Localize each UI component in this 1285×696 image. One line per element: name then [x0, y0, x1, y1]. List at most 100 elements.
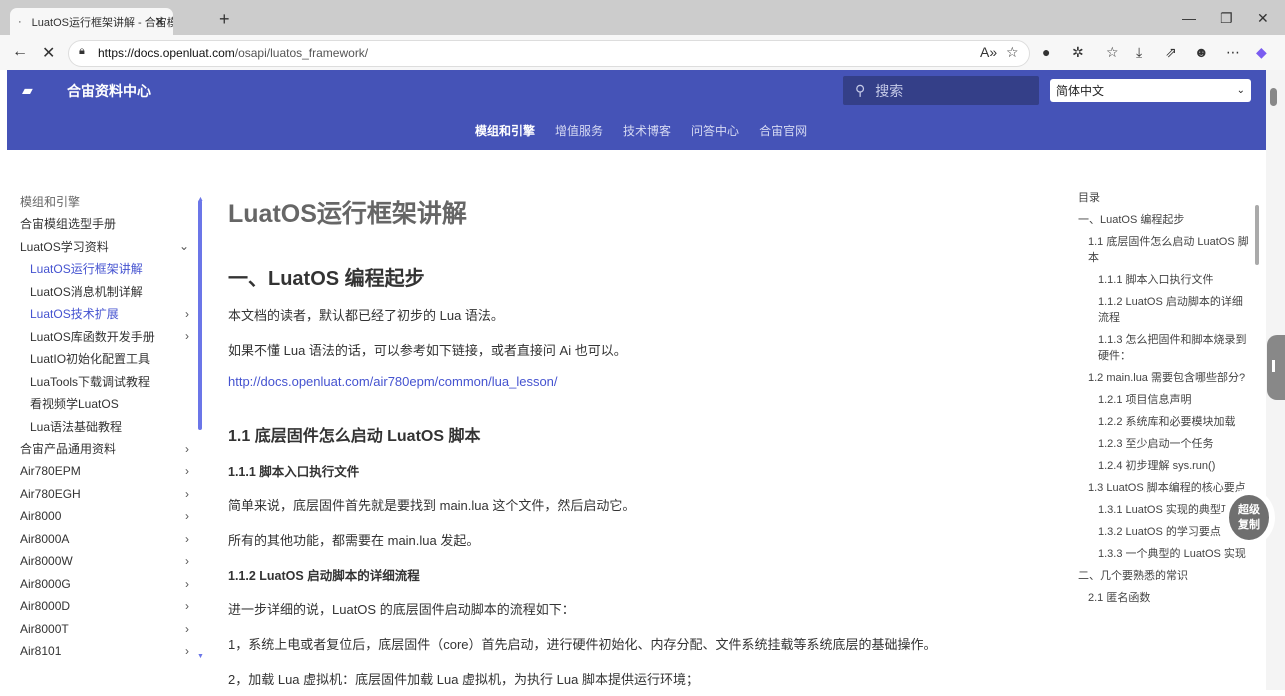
copilot-icon[interactable]: ◆	[1256, 44, 1267, 61]
more-menu-icon[interactable]: ⋯	[1226, 44, 1240, 61]
lua-lesson-link[interactable]: http://docs.openluat.com/air780epm/commo…	[228, 374, 558, 389]
chevron-right-icon[interactable]: ›	[185, 509, 189, 523]
extension-k-icon[interactable]: ●	[1042, 44, 1050, 60]
sidebar-item[interactable]: Air780EPM ›	[20, 460, 195, 483]
nav-qa[interactable]: 问答中心	[691, 122, 739, 139]
sidebar-item[interactable]: LuaTools下载调试教程	[20, 370, 195, 393]
chevron-right-icon[interactable]: ›	[185, 554, 189, 568]
paragraph: 2，加载 Lua 虚拟机：底层固件加载 Lua 虚拟机，为执行 Lua 脚本提供…	[228, 672, 699, 687]
close-tab-icon[interactable]: ✕	[154, 14, 165, 30]
search-input[interactable]: ⚲ 搜索	[843, 76, 1039, 105]
chevron-right-icon[interactable]: ›	[185, 329, 189, 343]
sidebar-item[interactable]: 合宙产品通用资料 ›	[20, 438, 195, 461]
toc-item[interactable]: 1.2 main.lua 需要包含哪些部分?	[1078, 370, 1253, 386]
section-heading: 一、LuatOS 编程起步	[228, 268, 425, 290]
toc-item[interactable]: 1.2.4 初步理解 sys.run()	[1078, 458, 1253, 474]
read-aloud-icon[interactable]: A»	[980, 44, 997, 60]
toc-item[interactable]: 1.2.2 系统库和必要模块加载	[1078, 414, 1253, 430]
share-icon[interactable]: ⇗	[1165, 44, 1177, 61]
toc-scrollbar[interactable]	[1255, 205, 1259, 265]
sidebar-item[interactable]: LuatOS运行框架讲解	[20, 258, 195, 281]
sidebar-item[interactable]: LuatOS消息机制详解	[20, 280, 195, 303]
sidebar-item[interactable]: Air8000W ›	[20, 550, 195, 573]
toc-item[interactable]: 1.3 LuatOS 脚本编程的核心要点	[1078, 480, 1253, 496]
new-tab-button[interactable]: +	[219, 9, 230, 30]
toc-item[interactable]: 2.1 匿名函数	[1078, 590, 1253, 606]
browser-tab[interactable]: · LuatOS运行框架讲解 - 合宙模组资 ✕	[10, 8, 173, 35]
download-icon[interactable]: ⤓	[1136, 44, 1142, 61]
sidebar-item[interactable]: Air8000A ›	[20, 528, 195, 551]
toc-item[interactable]: 1.1.1 脚本入口执行文件	[1078, 272, 1253, 288]
sidebar-item[interactable]: Air8101 ›	[20, 640, 195, 663]
stop-button[interactable]: ✕	[42, 43, 55, 63]
site-brand[interactable]: 合宙资料中心	[67, 81, 151, 101]
toc-item[interactable]: 二、几个要熟悉的常识	[1078, 568, 1253, 584]
sidebar-item-label: Lua语法基础教程	[30, 419, 123, 434]
sidebar-scroll-down[interactable]: ▼	[197, 653, 204, 660]
super-copy-label-2: 复制	[1238, 519, 1260, 531]
sidebar-item[interactable]: Air8000D ›	[20, 595, 195, 618]
sidebar-item[interactable]: Air8000G ›	[20, 573, 195, 596]
sidebar-item[interactable]: LuatOS库函数开发手册 ›	[20, 325, 195, 348]
sidebar-scrollbar[interactable]	[198, 200, 202, 430]
profile-avatar[interactable]: ☻	[1194, 44, 1209, 60]
back-button[interactable]: ←	[12, 43, 28, 61]
chevron-right-icon[interactable]: ›	[185, 577, 189, 591]
url-host[interactable]: https://docs.openluat.com	[98, 46, 235, 60]
super-copy-button[interactable]: 超级 复制	[1229, 495, 1269, 540]
side-panel-handle[interactable]	[1267, 335, 1285, 400]
url-text[interactable]: https://docs.openluat.com/osapi/luatos_f…	[98, 46, 368, 61]
chevron-down-icon[interactable]: ⌄	[179, 239, 189, 253]
sidebar-item-label: Air8000W	[20, 554, 73, 569]
chevron-down-icon: ⌄	[1236, 85, 1245, 96]
extensions-icon[interactable]: ✲	[1072, 44, 1084, 61]
sidebar-item-label: Air8000	[20, 509, 62, 524]
toc-item[interactable]: 1.2.1 项目信息声明	[1078, 392, 1253, 408]
language-select[interactable]: 简体中文 ⌄	[1050, 79, 1251, 102]
subsection-heading: 1.1 底层固件怎么启动 LuatOS 脚本	[228, 428, 481, 445]
sidebar-item[interactable]: LuatOS技术扩展 ›	[20, 303, 195, 326]
favorites-icon[interactable]: ☆	[1106, 44, 1119, 61]
sidebar-item[interactable]: Air8000 ›	[20, 505, 195, 528]
nav-services[interactable]: 增值服务	[555, 122, 603, 139]
sidebar-item[interactable]: Air780EGH ›	[20, 483, 195, 506]
toc-item[interactable]: 1.3.2 LuatOS 的学习要点	[1078, 524, 1253, 540]
chevron-right-icon[interactable]: ›	[185, 307, 189, 321]
sidebar-item[interactable]: Lua语法基础教程	[20, 415, 195, 438]
toc-item[interactable]: 1.3.3 一个典型的 LuatOS 实现	[1078, 546, 1253, 562]
top-nav: 模组和引擎 增值服务 技术博客 问答中心 合宙官网	[475, 122, 807, 139]
sidebar-item[interactable]: Air8000T ›	[20, 618, 195, 641]
toc-item[interactable]: 1.1 底层固件怎么启动 LuatOS 脚本	[1078, 234, 1253, 266]
chevron-right-icon[interactable]: ›	[185, 464, 189, 478]
sidebar-item[interactable]: 合宙模组选型手册	[20, 213, 195, 236]
chevron-right-icon[interactable]: ›	[185, 622, 189, 636]
chevron-right-icon[interactable]: ›	[185, 532, 189, 546]
maximize-button[interactable]: ❐	[1220, 10, 1233, 27]
nav-official[interactable]: 合宙官网	[759, 122, 807, 139]
close-window-button[interactable]: ✕	[1257, 10, 1269, 27]
sidebar-item[interactable]: 看视频学LuatOS	[20, 393, 195, 416]
chevron-right-icon[interactable]: ›	[185, 644, 189, 658]
sidebar-item[interactable]: LuatOS学习资料 ⌄	[20, 235, 195, 258]
page-scrollbar-thumb[interactable]	[1270, 88, 1277, 106]
favorite-star-icon[interactable]: ☆	[1006, 44, 1019, 61]
chevron-right-icon[interactable]: ›	[185, 599, 189, 613]
super-copy-label-1: 超级	[1238, 504, 1260, 516]
sidebar-item[interactable]: 模组和引擎	[20, 190, 195, 213]
subsubsection-heading: 1.1.2 LuatOS 启动脚本的详细流程	[228, 569, 420, 583]
url-path[interactable]: /osapi/luatos_framework/	[235, 46, 368, 60]
minimize-button[interactable]: —	[1182, 10, 1196, 26]
toc-item[interactable]: 1.2.3 至少启动一个任务	[1078, 436, 1253, 452]
nav-modules[interactable]: 模组和引擎	[475, 122, 535, 139]
sidebar-item[interactable]: LuatIO初始化配置工具	[20, 348, 195, 371]
sidebar-item-label: 看视频学LuatOS	[30, 397, 119, 412]
toc-item[interactable]: 1.3.1 LuatOS 实现的典型功能	[1078, 502, 1253, 518]
toc-item[interactable]: 1.1.3 怎么把固件和脚本烧录到硬件：	[1078, 332, 1253, 364]
chevron-right-icon[interactable]: ›	[185, 487, 189, 501]
toc-item[interactable]: 1.1.2 LuatOS 启动脚本的详细流程	[1078, 294, 1253, 326]
loading-icon: ·	[18, 15, 22, 28]
nav-blog[interactable]: 技术博客	[623, 122, 671, 139]
paragraph: 1，系统上电或者复位后，底层固件（core）首先启动，进行硬件初始化、内存分配、…	[228, 637, 937, 652]
chevron-right-icon[interactable]: ›	[185, 442, 189, 456]
toc-item[interactable]: 一、LuatOS 编程起步	[1078, 212, 1253, 228]
